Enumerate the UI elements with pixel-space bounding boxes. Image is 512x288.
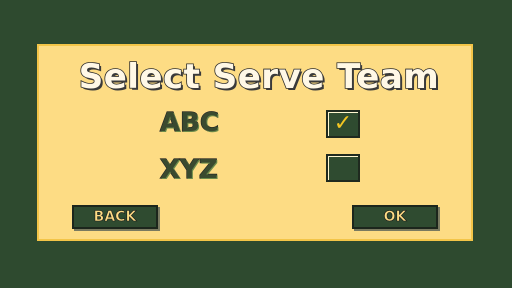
team-label-abc: ABC <box>159 107 220 138</box>
ok-button[interactable]: OK <box>352 205 438 229</box>
team-label-xyz: XYZ <box>159 154 218 185</box>
back-button[interactable]: BACK <box>72 205 158 229</box>
team-checkbox-xyz[interactable] <box>326 154 360 182</box>
checkmark-icon: ✓ <box>333 111 353 136</box>
team-checkbox-abc[interactable]: ✓ <box>326 110 360 138</box>
dialog-title: Select Serve Team <box>78 56 440 98</box>
